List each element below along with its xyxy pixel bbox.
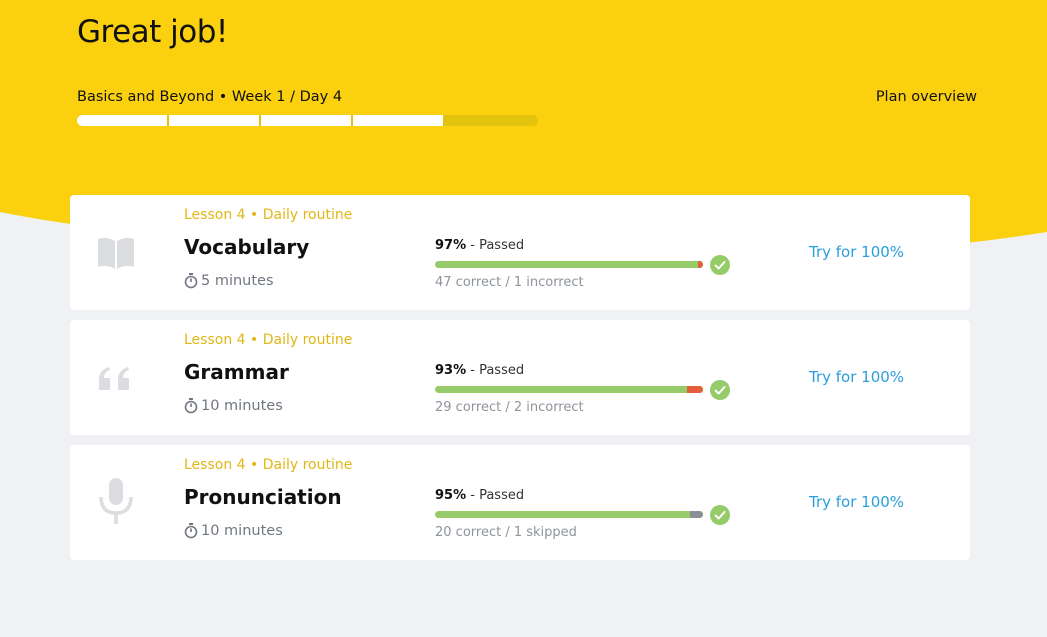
lesson-duration: 10 minutes xyxy=(184,398,283,414)
lesson-title: Grammar xyxy=(184,360,289,384)
try-for-100-button[interactable]: Try for 100% xyxy=(809,368,904,386)
score-breakdown: 47 correct / 1 incorrect xyxy=(435,275,584,290)
page-title: Great job! xyxy=(77,14,228,50)
score-percent: 93% xyxy=(435,363,467,378)
score-breakdown: 29 correct / 2 incorrect xyxy=(435,400,584,415)
stopwatch-icon xyxy=(184,273,198,289)
score-progress-bar xyxy=(435,511,703,518)
lesson-title: Pronunciation xyxy=(184,485,342,509)
score-percent: 95% xyxy=(435,488,467,503)
book-icon xyxy=(98,237,134,269)
lesson-card-pronunciation: Lesson 4 • Daily routine Pronunciation 1… xyxy=(70,445,970,560)
try-for-100-button[interactable]: Try for 100% xyxy=(809,493,904,511)
day-segment-3 xyxy=(261,115,351,126)
score-progress-bar xyxy=(435,261,703,268)
hero-header: Great job! Basics and Beyond • Week 1 / … xyxy=(0,0,1047,180)
lesson-card-grammar: Lesson 4 • Daily routine Grammar 10 minu… xyxy=(70,320,970,435)
stopwatch-icon xyxy=(184,523,198,539)
score-breakdown: 20 correct / 1 skipped xyxy=(435,525,577,540)
check-circle-icon xyxy=(710,255,730,275)
score-progress-tail xyxy=(686,386,703,393)
day-segment-4 xyxy=(353,115,443,126)
lesson-duration: 10 minutes xyxy=(184,523,283,539)
check-circle-icon xyxy=(710,380,730,400)
day-segment-2 xyxy=(169,115,259,126)
microphone-icon xyxy=(99,478,133,524)
score-progress-tail xyxy=(697,261,703,268)
plan-progress-bar xyxy=(77,115,538,126)
score-progress-tail xyxy=(689,511,703,518)
lesson-label: Lesson 4 • Daily routine xyxy=(184,457,353,473)
score-progress-bar xyxy=(435,386,703,393)
lesson-label: Lesson 4 • Daily routine xyxy=(184,332,353,348)
duration-text: 5 minutes xyxy=(201,273,274,289)
plan-progress-label: Basics and Beyond • Week 1 / Day 4 xyxy=(77,89,343,105)
duration-text: 10 minutes xyxy=(201,398,283,414)
try-for-100-button[interactable]: Try for 100% xyxy=(809,243,904,261)
score-percent: 97% xyxy=(435,238,467,253)
lesson-label: Lesson 4 • Daily routine xyxy=(184,207,353,223)
score-status: - Passed xyxy=(470,363,525,378)
day-segment-1 xyxy=(77,115,167,126)
duration-text: 10 minutes xyxy=(201,523,283,539)
score-text: 93% - Passed xyxy=(435,363,524,378)
lesson-title: Vocabulary xyxy=(184,235,310,259)
lesson-card-vocabulary: Lesson 4 • Daily routine Vocabulary 5 mi… xyxy=(70,195,970,310)
stopwatch-icon xyxy=(184,398,198,414)
score-status: - Passed xyxy=(470,488,525,503)
quote-icon xyxy=(99,367,129,390)
score-status: - Passed xyxy=(470,238,525,253)
plan-overview-link[interactable]: Plan overview xyxy=(876,89,977,105)
lesson-duration: 5 minutes xyxy=(184,273,274,289)
check-circle-icon xyxy=(710,505,730,525)
score-text: 95% - Passed xyxy=(435,488,524,503)
day-segment-5 xyxy=(445,115,538,126)
score-text: 97% - Passed xyxy=(435,238,524,253)
